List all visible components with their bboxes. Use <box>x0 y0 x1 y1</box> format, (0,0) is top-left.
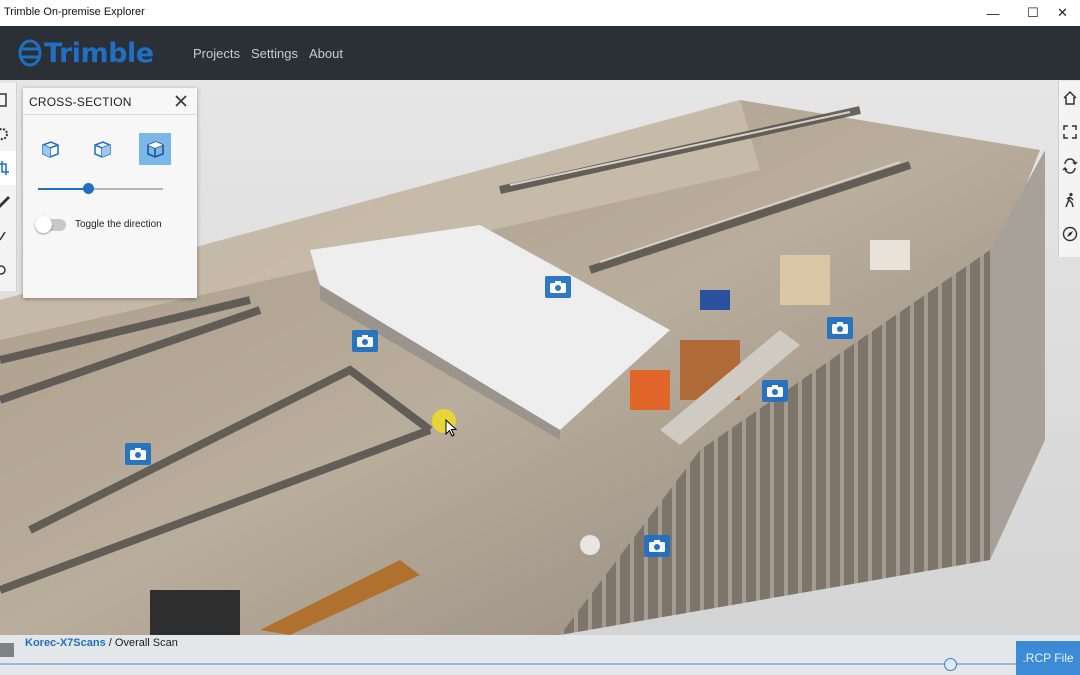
window-title: Trimble On-premise Explorer <box>4 6 145 18</box>
orbit-button[interactable] <box>1059 149 1080 183</box>
mouse-pointer-icon <box>445 419 457 437</box>
close-window-button[interactable]: ✕ <box>1045 0 1080 26</box>
globe-icon <box>18 39 42 67</box>
rcp-file-button[interactable]: .RCP File <box>1016 641 1080 675</box>
box-front-icon <box>94 141 111 158</box>
panel-toggle-chip[interactable] <box>0 643 14 657</box>
orbit-icon <box>1062 158 1078 174</box>
edit-icon <box>0 231 6 241</box>
section-top-button[interactable] <box>139 133 171 165</box>
section-slider[interactable] <box>38 183 163 194</box>
settings-icon <box>0 128 8 140</box>
box-side-icon <box>42 141 59 158</box>
walk-button[interactable] <box>1059 183 1080 217</box>
camera-icon <box>550 281 566 293</box>
scan-location-marker[interactable] <box>644 535 670 557</box>
left-toolbar <box>0 83 17 291</box>
cross-section-panel: CROSS-SECTION Toggle the direction <box>23 88 197 298</box>
timeline-thumb[interactable] <box>944 658 957 671</box>
timeline-track[interactable] <box>0 663 1080 665</box>
close-icon[interactable] <box>173 93 189 109</box>
app-header: Trimble Projects Settings About <box>0 26 1080 80</box>
edit-button[interactable] <box>0 219 16 253</box>
breadcrumb-separator: / <box>105 637 115 649</box>
toggle-label: Toggle the direction <box>75 219 162 230</box>
fit-view-icon <box>1063 125 1077 139</box>
logo-text: Trimble <box>44 37 154 69</box>
camera-icon <box>130 448 146 460</box>
box-top-icon <box>147 141 164 158</box>
crop-button[interactable] <box>0 151 16 185</box>
nav-projects[interactable]: Projects <box>193 46 240 61</box>
fit-view-button[interactable] <box>1059 115 1080 149</box>
scan-location-marker[interactable] <box>352 330 378 352</box>
home-button[interactable] <box>1059 81 1080 115</box>
eye-icon <box>0 265 6 275</box>
scan-location-marker[interactable] <box>545 276 571 298</box>
camera-icon <box>649 540 665 552</box>
scan-location-marker[interactable] <box>827 317 853 339</box>
crop-icon <box>0 161 9 175</box>
close-icon: ✕ <box>1057 5 1068 20</box>
slider-thumb[interactable] <box>83 183 94 194</box>
compass-icon <box>1062 226 1078 242</box>
panel-divider <box>23 114 197 115</box>
camera-icon <box>357 335 373 347</box>
measure-button[interactable] <box>0 185 16 219</box>
window-titlebar: Trimble On-premise Explorer — ☐ ✕ <box>0 0 1080 26</box>
measure-icon <box>0 196 10 208</box>
section-side-button[interactable] <box>34 133 66 165</box>
breadcrumb-project-link[interactable]: Korec-X7Scans <box>25 637 106 649</box>
scan-location-marker[interactable] <box>762 380 788 402</box>
compass-button[interactable] <box>1059 217 1080 251</box>
scan-location-marker[interactable] <box>125 443 151 465</box>
breadcrumb-current: Overall Scan <box>114 637 178 649</box>
camera-icon <box>832 322 848 334</box>
breadcrumb: Korec-X7Scans / Overall Scan <box>25 637 178 649</box>
minimize-icon: — <box>986 5 1000 21</box>
right-toolbar <box>1058 81 1080 257</box>
nav-settings[interactable]: Settings <box>251 46 298 61</box>
panel-title: CROSS-SECTION <box>29 95 132 109</box>
maximize-icon: ☐ <box>1027 5 1039 20</box>
trimble-logo[interactable]: Trimble <box>18 36 154 70</box>
layers-icon <box>0 93 7 107</box>
section-front-button[interactable] <box>86 133 118 165</box>
settings-button[interactable] <box>0 117 16 151</box>
camera-icon <box>767 385 783 397</box>
eye-button[interactable] <box>0 253 16 287</box>
slider-fill <box>38 188 88 190</box>
layers-button[interactable] <box>0 83 16 117</box>
walk-icon <box>1065 192 1074 208</box>
nav-about[interactable]: About <box>309 46 343 61</box>
direction-toggle[interactable] <box>35 216 66 233</box>
home-icon <box>1063 90 1077 105</box>
toggle-knob <box>35 216 52 233</box>
